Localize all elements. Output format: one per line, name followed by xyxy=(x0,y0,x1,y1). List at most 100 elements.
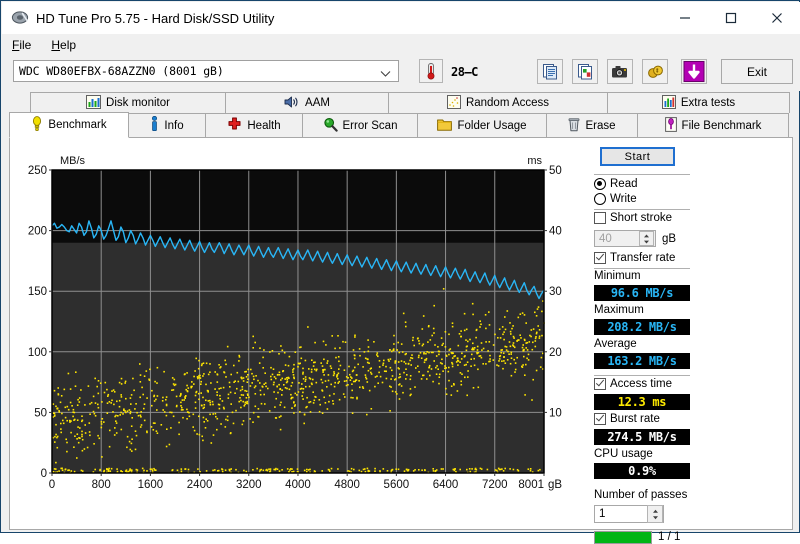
bar-chart-icon xyxy=(86,94,102,112)
tab-folder-usage-label: Folder Usage xyxy=(457,119,527,132)
tab-random-access-label: Random Access xyxy=(465,97,550,109)
tab-benchmark-label: Benchmark xyxy=(48,119,107,131)
title-bar: HD Tune Pro 5.75 - Hard Disk/SSD Utility xyxy=(2,2,800,34)
maximize-button[interactable] xyxy=(708,2,754,34)
tab-folder-usage[interactable]: Folder Usage xyxy=(417,113,547,138)
radio-write[interactable]: Write xyxy=(594,193,637,205)
start-button[interactable]: Start xyxy=(600,147,675,166)
checkbox-access-time[interactable]: Access time xyxy=(594,378,672,390)
svg-text:200: 200 xyxy=(28,226,47,238)
tab-disk-monitor[interactable]: Disk monitor xyxy=(30,92,226,113)
tab-erase-label: Erase xyxy=(585,119,616,132)
radio-write-label: Write xyxy=(610,193,637,205)
svg-text:250: 250 xyxy=(28,165,47,177)
radio-read-label: Read xyxy=(610,178,638,190)
tab-erase[interactable]: Erase xyxy=(546,113,638,138)
menu-file-rest: ile xyxy=(19,37,32,52)
svg-text:ms: ms xyxy=(527,155,542,167)
checkbox-burst-rate[interactable]: Burst rate xyxy=(594,413,660,425)
copy-icon[interactable] xyxy=(537,59,563,84)
svg-text:800: 800 xyxy=(92,479,111,491)
cpu-usage-value: 0.9% xyxy=(594,463,690,479)
window-title: HD Tune Pro 5.75 - Hard Disk/SSD Utility xyxy=(36,10,275,26)
tab-disk-monitor-label: Disk monitor xyxy=(106,97,170,109)
divider-4 xyxy=(594,375,690,376)
benchmark-panel: MB/s ms 0 50 100 150 200 250 10 20 30 40 50 0 800 1600 2… xyxy=(9,137,793,544)
close-button[interactable] xyxy=(754,2,800,34)
tab-health[interactable]: Health xyxy=(205,113,303,138)
camera-icon[interactable] xyxy=(607,59,633,84)
checkbox-access-time-indicator xyxy=(594,378,606,390)
svg-text:10: 10 xyxy=(549,407,562,419)
svg-text:100: 100 xyxy=(28,347,47,359)
tab-info-label: Info xyxy=(164,119,184,132)
minimize-button[interactable] xyxy=(662,2,708,34)
menu-item-file[interactable]: File xyxy=(2,36,41,55)
minimum-value: 96.6 MB/s xyxy=(594,285,690,301)
checkbox-transfer-rate-indicator xyxy=(594,252,606,264)
short-stroke-size-value: 40 xyxy=(599,232,612,245)
cpu-usage-label: CPU usage xyxy=(594,448,653,460)
divider-3 xyxy=(594,268,690,269)
extra-tests-icon xyxy=(661,94,676,112)
thermometer-icon xyxy=(419,59,443,83)
short-stroke-spinner[interactable] xyxy=(639,231,654,246)
tab-extra-tests[interactable]: Extra tests xyxy=(607,92,790,113)
magnifier-icon xyxy=(323,117,338,135)
folder-icon xyxy=(437,117,453,134)
radio-read-indicator xyxy=(594,178,606,190)
tab-aam[interactable]: AAM xyxy=(225,92,389,113)
svg-text:50: 50 xyxy=(549,165,562,177)
svg-text:MB/s: MB/s xyxy=(60,155,86,167)
passes-label: Number of passes xyxy=(594,489,688,501)
tab-file-benchmark[interactable]: File Benchmark xyxy=(637,113,789,138)
tab-info[interactable]: Info xyxy=(128,113,206,138)
radio-write-indicator xyxy=(594,193,606,205)
divider-2 xyxy=(594,209,690,210)
svg-text:0: 0 xyxy=(41,468,47,480)
svg-text:20: 20 xyxy=(549,347,562,359)
checkbox-short-stroke[interactable]: Short stroke xyxy=(594,212,672,224)
start-button-label: Start xyxy=(624,150,651,163)
svg-text:150: 150 xyxy=(28,286,47,298)
tab-error-scan-label: Error Scan xyxy=(342,119,398,132)
coins-icon[interactable] xyxy=(642,59,668,84)
hard-disk-icon xyxy=(11,9,29,27)
passes-spinner[interactable] xyxy=(647,505,663,523)
drive-select-dropdown[interactable]: WDC WD80EFBX-68AZZN0 (8001 gB) xyxy=(13,60,399,82)
tab-benchmark[interactable]: Benchmark xyxy=(9,112,129,138)
speaker-icon xyxy=(284,95,300,112)
random-access-icon xyxy=(446,94,461,112)
tab-file-benchmark-label: File Benchmark xyxy=(681,119,762,132)
menu-item-help[interactable]: Help xyxy=(41,36,86,55)
hd-tune-window: HD Tune Pro 5.75 - Hard Disk/SSD Utility… xyxy=(0,0,800,544)
svg-text:30: 30 xyxy=(549,286,562,298)
drive-select-label: WDC WD80EFBX-68AZZN0 (8001 gB) xyxy=(19,64,224,78)
checkbox-transfer-rate[interactable]: Transfer rate xyxy=(594,252,675,264)
svg-text:6400: 6400 xyxy=(433,479,459,491)
exit-button[interactable]: Exit xyxy=(721,59,793,84)
svg-text:50: 50 xyxy=(34,407,47,419)
copy-image-icon[interactable] xyxy=(572,59,598,84)
minimum-label: Minimum xyxy=(594,270,641,282)
toolbar: WDC WD80EFBX-68AZZN0 (8001 gB) 28–C Exit xyxy=(2,56,800,91)
info-icon xyxy=(150,115,159,135)
svg-text:gB: gB xyxy=(548,479,562,491)
radio-read[interactable]: Read xyxy=(594,178,638,190)
tab-extra-tests-label: Extra tests xyxy=(680,97,736,109)
burst-rate-value: 274.5 MB/s xyxy=(594,429,690,445)
tab-error-scan[interactable]: Error Scan xyxy=(302,113,418,138)
svg-text:8001: 8001 xyxy=(518,479,544,491)
tab-row-primary: Benchmark Info Health Error Scan Folder … xyxy=(9,112,793,138)
benchmark-controls: Start Read Write Short stroke 40 gB Tran… xyxy=(594,147,704,544)
menu-bar: File Help xyxy=(2,34,800,56)
tab-row-secondary: Disk monitor AAM Random Access Extra tes… xyxy=(30,92,792,113)
short-stroke-size-input[interactable]: 40 xyxy=(594,230,656,247)
tab-aam-label: AAM xyxy=(305,97,330,109)
down-arrow-icon[interactable] xyxy=(681,59,707,84)
divider-1 xyxy=(594,174,690,175)
passes-input[interactable]: 1 xyxy=(594,505,664,523)
svg-text:0: 0 xyxy=(49,479,55,491)
tab-random-access[interactable]: Random Access xyxy=(388,92,608,113)
access-time-value: 12.3 ms xyxy=(594,394,690,410)
